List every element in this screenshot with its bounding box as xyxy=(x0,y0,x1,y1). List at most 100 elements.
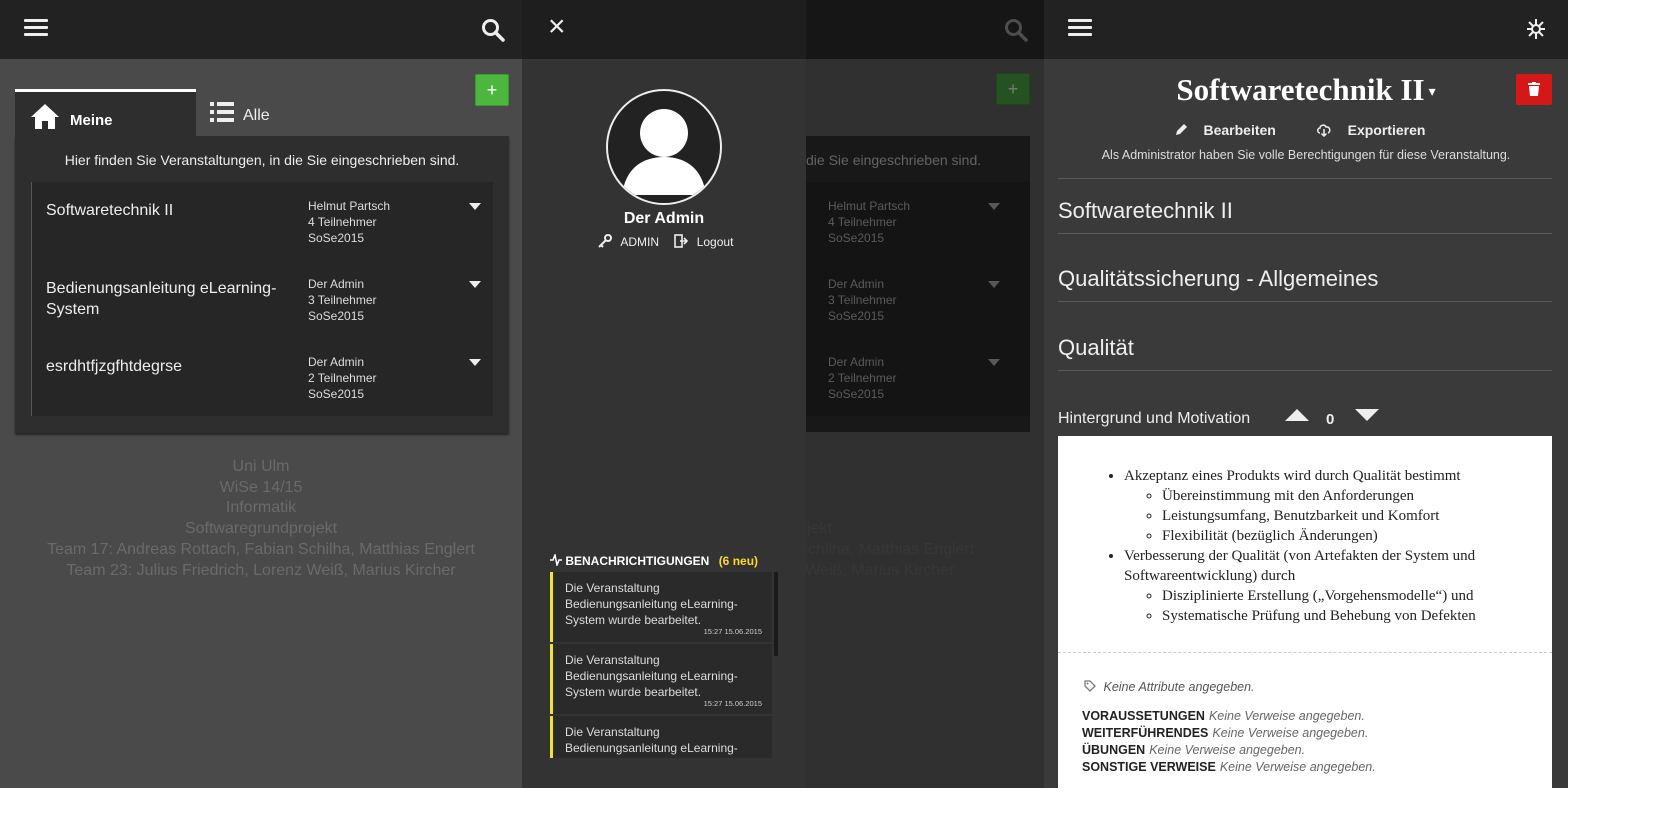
reference-value: Keine Verweise angegeben. xyxy=(1208,709,1365,723)
course-title[interactable]: Bedienungsanleitung eLearning-System xyxy=(46,278,286,320)
footer-line: Uni Ulm xyxy=(232,458,290,475)
delete-button[interactable] xyxy=(1516,74,1552,105)
notification-text: Die Veranstaltung Bedienungsanleitung eL… xyxy=(565,581,738,627)
footer-line: WiSe 14/15 xyxy=(219,478,303,496)
page-title[interactable]: Softwaretechnik II ▾ xyxy=(1044,72,1568,108)
upvote-arrow-icon[interactable] xyxy=(1284,408,1310,422)
hamburger-menu-icon[interactable] xyxy=(24,19,48,40)
list-item[interactable]: Softwaretechnik II Helmut Partsch 4 Teil… xyxy=(32,182,494,260)
notification-time: 15:27 15.06.2015 xyxy=(703,699,762,708)
section-heading[interactable]: Qualität xyxy=(1058,335,1134,361)
reference-label: ÜBUNGEN xyxy=(1082,743,1146,757)
list-item: Systematische Prüfung und Behebung von D… xyxy=(1162,606,1526,626)
section-heading[interactable]: Softwaretechnik II xyxy=(1058,198,1233,224)
avatar[interactable] xyxy=(606,89,722,205)
list-icon xyxy=(210,102,234,122)
caret-down-icon[interactable]: ▾ xyxy=(1429,85,1436,100)
divider xyxy=(1058,233,1552,234)
action-links: Bearbeiten Exportieren xyxy=(1044,122,1568,138)
page-title-text: Softwaretechnik II xyxy=(1176,72,1425,107)
screens: + Meine Alle Hier finden Sie Veranstaltu… xyxy=(0,0,1668,838)
user-links: ADMIN Logout xyxy=(598,234,733,249)
intro-text: Hier finden Sie Veranstaltungen, in die … xyxy=(64,152,460,168)
hamburger-menu-icon[interactable] xyxy=(1068,19,1092,40)
notifications-scrollbar[interactable] xyxy=(774,572,778,656)
reference-label: WEITERFÜHRENDES xyxy=(1082,726,1209,740)
list-item: Disziplinierte Erstellung („Vorgehensmod… xyxy=(1162,586,1526,606)
tab-alle-label: Alle xyxy=(243,107,270,124)
top-bar xyxy=(0,0,522,59)
top-bar xyxy=(1044,0,1568,59)
side-drawer: × Der Admin ADMIN Logout BENACHRICHTIGUN… xyxy=(522,0,806,788)
attributes-text: Keine Attribute angegeben. xyxy=(1103,680,1255,694)
list-item: Akzeptanz eines Produkts wird durch Qual… xyxy=(1124,466,1526,546)
export-link[interactable]: Exportieren xyxy=(1316,122,1438,138)
course-title[interactable]: Softwaretechnik II xyxy=(46,200,286,221)
pulse-icon xyxy=(550,552,562,568)
search-icon[interactable] xyxy=(481,18,505,42)
notification-item[interactable]: Die Veranstaltung Bedienungsanleitung eL… xyxy=(550,716,772,758)
footer-line: Team 23: Julius Friedrich, Lorenz Weiß, … xyxy=(66,561,456,579)
notification-item[interactable]: Die Veranstaltung Bedienungsanleitung eL… xyxy=(550,644,772,714)
list-item: Verbesserung der Qualität (von Artefakte… xyxy=(1124,546,1526,626)
close-icon[interactable]: × xyxy=(548,12,566,42)
trash-icon xyxy=(1528,82,1540,96)
bullet-text: Verbesserung der Qualität (von Artefakte… xyxy=(1124,548,1476,584)
home-icon xyxy=(31,104,59,129)
edit-label: Bearbeiten xyxy=(1203,122,1276,138)
pencil-icon xyxy=(1175,124,1187,135)
sitemap-icon[interactable] xyxy=(1524,17,1548,41)
export-label: Exportieren xyxy=(1347,122,1426,138)
list-item[interactable]: esrdhtfjzgfhtdegrse Der Admin 2 Teilnehm… xyxy=(32,338,494,416)
course-meta: Der Admin 3 Teilnehmer SoSe2015 xyxy=(308,276,376,324)
reference-label: SONSTIGE VERWEISE xyxy=(1082,760,1216,774)
subsection-heading: Hintergrund und Motivation xyxy=(1058,410,1251,427)
list-item: Flexibilität (bezüglich Änderungen) xyxy=(1162,526,1526,546)
course-owner: Helmut Partsch xyxy=(308,199,391,213)
tab-bar: Meine Alle xyxy=(15,89,509,136)
footer-line: Softwaregrundprojekt xyxy=(184,520,338,538)
reference-value: Keine Verweise angegeben. xyxy=(1149,743,1306,757)
divider xyxy=(1058,652,1552,653)
divider xyxy=(1058,370,1552,371)
course-owner: Der Admin xyxy=(308,355,365,369)
course-meta: Helmut Partsch 4 Teilnehmer SoSe2015 xyxy=(308,198,390,246)
chevron-down-icon[interactable] xyxy=(469,203,481,210)
course-panel: Hier finden Sie Veranstaltungen, in die … xyxy=(15,136,509,433)
course-detail-screen: Softwaretechnik II ▾ Bearbeiten Exportie… xyxy=(1044,0,1568,788)
chevron-down-icon[interactable] xyxy=(469,281,481,288)
notifications-new-count: (6 neu) xyxy=(718,554,759,568)
course-participants: 2 Teilnehmer xyxy=(308,371,377,385)
references-list: VORAUSSETUNGEN Keine Verweise angegeben. … xyxy=(1082,708,1376,776)
logout-icon xyxy=(674,234,689,248)
reference-label: VORAUSSETUNGEN xyxy=(1082,709,1205,723)
key-icon xyxy=(598,234,612,248)
course-term: SoSe2015 xyxy=(308,387,365,401)
footer-credits: Uni Ulm WiSe 14/15 Informatik Softwaregr… xyxy=(0,457,522,581)
vote-count: 0 xyxy=(1326,411,1335,428)
attributes-note: Keine Attribute angegeben. xyxy=(1084,680,1255,694)
notifications-header: BENACHRICHTIGUNGEN (6 neu) xyxy=(550,552,759,568)
user-role: ADMIN xyxy=(620,235,660,249)
course-term: SoSe2015 xyxy=(308,231,365,245)
reference-row: ÜBUNGEN Keine Verweise angegeben. xyxy=(1082,742,1376,759)
tab-meine[interactable]: Meine xyxy=(15,89,196,136)
course-meta: Der Admin 2 Teilnehmer SoSe2015 xyxy=(308,354,376,402)
logout-link[interactable]: Logout xyxy=(697,235,734,249)
notification-text: Die Veranstaltung Bedienungsanleitung eL… xyxy=(565,653,738,699)
reference-row: SONSTIGE VERWEISE Keine Verweise angegebe… xyxy=(1082,759,1376,776)
downvote-arrow-icon[interactable] xyxy=(1354,408,1380,422)
notification-item[interactable]: Die Veranstaltung Bedienungsanleitung eL… xyxy=(550,572,772,642)
divider xyxy=(1058,301,1552,302)
course-participants: 3 Teilnehmer xyxy=(308,293,377,307)
course-term: SoSe2015 xyxy=(308,309,365,323)
section-heading[interactable]: Qualitätssicherung - Allgemeines xyxy=(1058,266,1378,292)
edit-link[interactable]: Bearbeiten xyxy=(1175,122,1292,138)
admin-note: Als Administrator haben Sie volle Berech… xyxy=(1101,148,1511,162)
course-list-screen: + Meine Alle Hier finden Sie Veranstaltu… xyxy=(0,0,522,788)
bullet-text: Akzeptanz eines Produkts wird durch Qual… xyxy=(1124,468,1461,484)
chevron-down-icon[interactable] xyxy=(469,359,481,366)
notification-text: Die Veranstaltung Bedienungsanleitung eL… xyxy=(565,725,738,755)
list-item[interactable]: Bedienungsanleitung eLearning-System Der… xyxy=(32,260,494,338)
course-title[interactable]: esrdhtfjzgfhtdegrse xyxy=(46,356,286,377)
